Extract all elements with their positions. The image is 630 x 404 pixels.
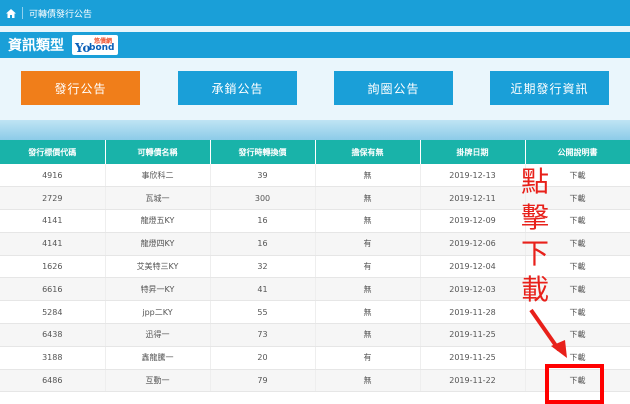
download-highlight-box <box>545 364 604 404</box>
cell-conversion-price: 41 <box>210 277 316 302</box>
cell-code: 2729 <box>0 186 106 211</box>
cell-listing-date: 2019-11-22 <box>420 369 526 393</box>
cell-listing-date: 2019-12-03 <box>420 277 526 302</box>
cell-name: 龍燈四KY <box>105 232 211 256</box>
cell-listing-date: 2019-12-13 <box>420 164 526 188</box>
col-header-guarantee[interactable]: 擔保有無 <box>315 140 421 164</box>
cell-code: 4141 <box>0 209 106 233</box>
cell-conversion-price: 20 <box>210 346 316 370</box>
home-icon[interactable] <box>0 8 22 18</box>
cell-code: 4916 <box>0 164 106 188</box>
cell-listing-date: 2019-12-06 <box>420 232 526 256</box>
cell-guarantee: 無 <box>315 300 421 325</box>
cell-guarantee: 無 <box>315 209 421 233</box>
col-header-code[interactable]: 發行標價代碼 <box>0 140 106 164</box>
underwriting-announcement-button[interactable]: 承銷公告 <box>178 71 297 105</box>
issue-announcement-button[interactable]: 發行公告 <box>21 71 140 105</box>
cell-name: 龍燈五KY <box>105 209 211 233</box>
cell-code: 6616 <box>0 277 106 302</box>
breadcrumb-separator <box>22 7 23 19</box>
cell-name: 鑫龍騰一 <box>105 346 211 370</box>
breadcrumb[interactable]: 可轉債發行公告 <box>29 7 92 20</box>
col-header-listing-date[interactable]: 掛牌日期 <box>420 140 526 164</box>
cell-code: 6486 <box>0 369 106 393</box>
cell-guarantee: 無 <box>315 277 421 302</box>
cell-guarantee: 無 <box>315 164 421 188</box>
click-download-annotation: 點 擊 下 載 <box>520 165 549 306</box>
col-header-name[interactable]: 可轉債名稱 <box>105 140 211 164</box>
nav-buttons: 發行公告 承銷公告 詢圈公告 近期發行資訊 <box>0 58 630 120</box>
section-header: 資訊類型 悠債網 Yo bond <box>0 32 630 58</box>
cell-guarantee: 無 <box>315 323 421 347</box>
cell-code: 6438 <box>0 323 106 347</box>
table-row: 6486 互動一 79 無 2019-11-22 下載 <box>0 369 630 393</box>
cell-guarantee: 無 <box>315 186 421 211</box>
cell-guarantee: 有 <box>315 346 421 370</box>
cell-conversion-price: 32 <box>210 255 316 279</box>
cell-code: 3188 <box>0 346 106 370</box>
cell-guarantee: 無 <box>315 369 421 393</box>
yobond-logo: 悠債網 Yo bond <box>72 35 118 55</box>
cell-listing-date: 2019-12-11 <box>420 186 526 211</box>
bookbuilding-announcement-button[interactable]: 詢圈公告 <box>334 71 453 105</box>
cell-listing-date: 2019-11-25 <box>420 323 526 347</box>
cell-guarantee: 有 <box>315 255 421 279</box>
cell-conversion-price: 39 <box>210 164 316 188</box>
section-title: 資訊類型 <box>8 38 64 54</box>
cell-listing-date: 2019-12-04 <box>420 255 526 279</box>
cell-conversion-price: 16 <box>210 209 316 233</box>
top-bar: 可轉債發行公告 <box>0 0 630 26</box>
decorative-band <box>0 120 630 140</box>
cell-name: 瓦城一 <box>105 186 211 211</box>
cell-name: 迅得一 <box>105 323 211 347</box>
cell-conversion-price: 300 <box>210 186 316 211</box>
cell-listing-date: 2019-11-25 <box>420 346 526 370</box>
cell-name: 艾美特三KY <box>105 255 211 279</box>
cell-code: 5284 <box>0 300 106 325</box>
cell-conversion-price: 55 <box>210 300 316 325</box>
cell-name: 特昇一KY <box>105 277 211 302</box>
cell-listing-date: 2019-11-28 <box>420 300 526 325</box>
cell-listing-date: 2019-12-09 <box>420 209 526 233</box>
col-header-prospectus[interactable]: 公開說明書 <box>525 140 630 164</box>
recent-issue-info-button[interactable]: 近期發行資訊 <box>490 71 609 105</box>
cell-conversion-price: 79 <box>210 369 316 393</box>
cell-name: 互動一 <box>105 369 211 393</box>
cell-code: 4141 <box>0 232 106 256</box>
cell-conversion-price: 16 <box>210 232 316 256</box>
cell-conversion-price: 73 <box>210 323 316 347</box>
cell-code: 1626 <box>0 255 106 279</box>
cell-guarantee: 有 <box>315 232 421 256</box>
table-header-row: 發行標價代碼 可轉債名稱 發行時轉換價 擔保有無 掛牌日期 公開說明書 <box>0 140 630 164</box>
annotation-arrow-icon <box>529 308 567 358</box>
cell-name: 事欣科二 <box>105 164 211 188</box>
cell-name: jpp二KY <box>105 300 211 325</box>
col-header-conversion-price[interactable]: 發行時轉換價 <box>210 140 316 164</box>
